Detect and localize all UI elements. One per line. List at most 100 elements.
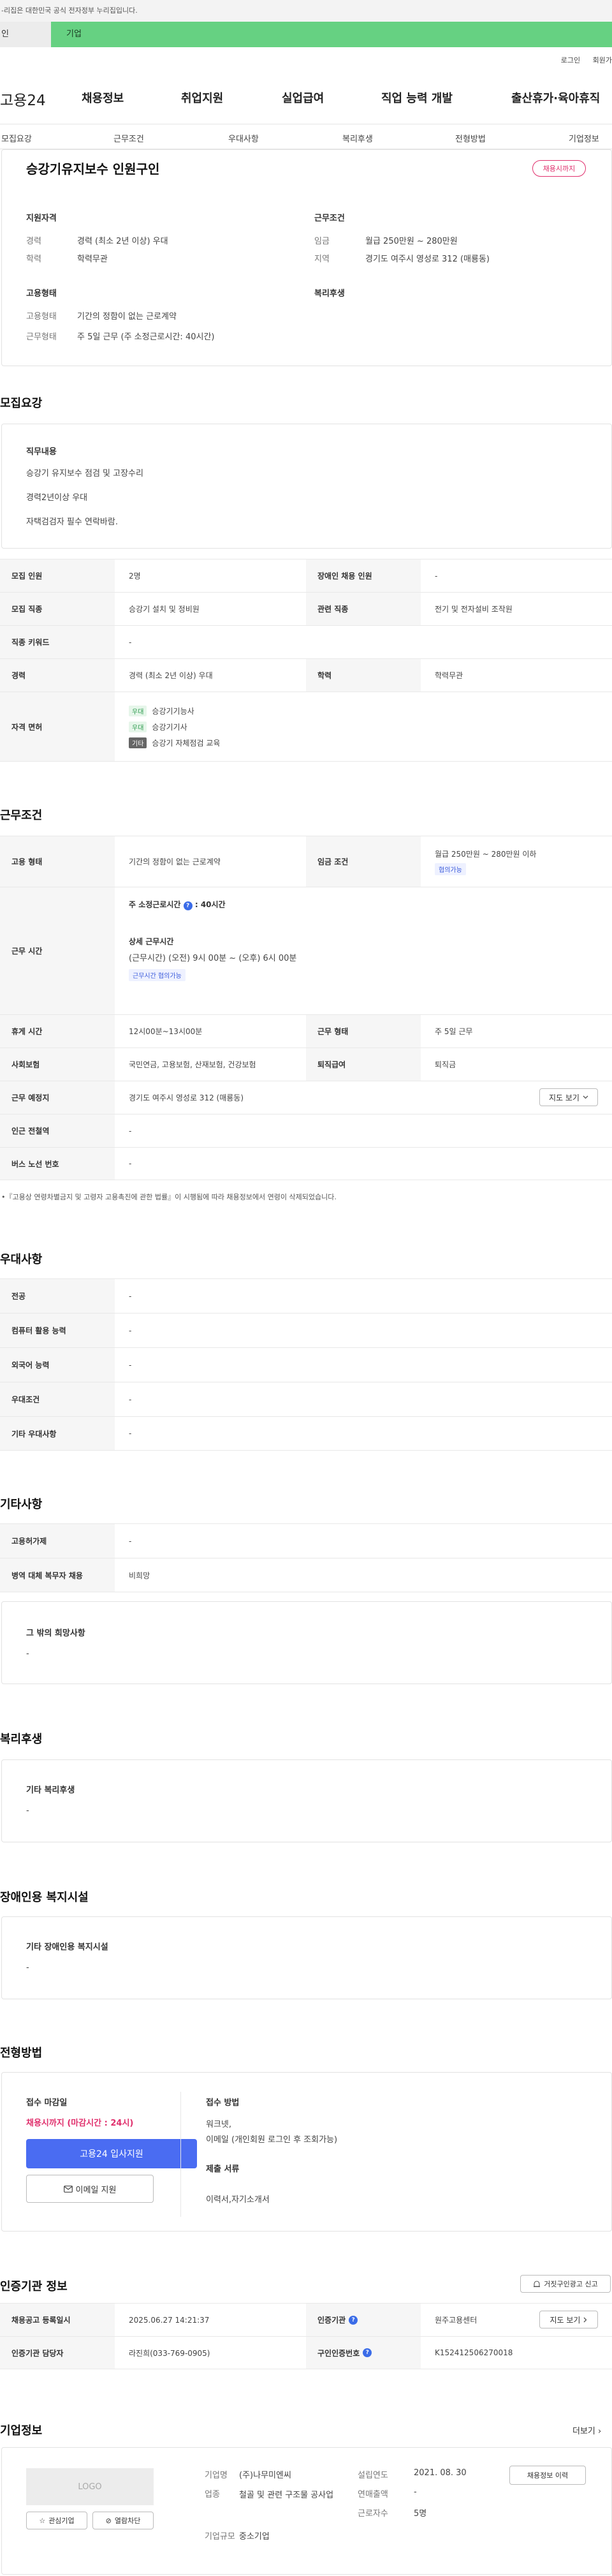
row-key: 퇴직급여 [306, 1048, 421, 1081]
section-title-other: 기타사항 [0, 1498, 43, 1511]
star-icon: ☆ [39, 2516, 46, 2525]
section-title-work: 근무조건 [0, 809, 43, 822]
row-value: - [435, 571, 438, 581]
help-icon[interactable]: ? [183, 901, 193, 910]
license-name: 승강기 자체점검 교육 [152, 738, 221, 748]
section-title-apply: 전형방법 [0, 2047, 43, 2060]
snb-item[interactable]: 기업정보 [569, 132, 599, 144]
gnb-item[interactable]: 출산휴가·육아휴직 [511, 89, 600, 106]
table-row: 고용 형태 기간의 정함이 없는 근로계약 임금 조건 월급 250만원 ~ 2… [0, 836, 612, 887]
disability-card: 기타 장애인용 복지시설 - [1, 1916, 612, 1999]
name-key: 기업명 [205, 2471, 228, 2480]
wish-title: 그 밖의 희망사항 [26, 1629, 85, 1638]
duty-line: 경력2년이상 우대 [26, 493, 88, 503]
email-apply-button[interactable]: 이메일 지원 [26, 2175, 154, 2203]
industry-key: 업종 [205, 2490, 220, 2499]
license-tag: 기타 [129, 737, 147, 748]
disability-value: - [26, 1963, 29, 1973]
help-icon[interactable]: ? [363, 2348, 372, 2357]
site-logo[interactable]: 고용24 [0, 88, 46, 110]
company-logo: LOGO [26, 2468, 154, 2505]
table-row: 모집 직종 승강기 설치 및 정비원 관련 직종 전기 및 전자설비 조작원 [0, 592, 612, 625]
row-value: - [129, 1159, 132, 1168]
table-row: 휴게 시간 12시00분~13시00분 근무 형태 주 5일 근무 [0, 1014, 612, 1047]
welfare-value: - [26, 1806, 29, 1816]
row-value: 12시00분~13시00분 [129, 1027, 203, 1036]
row-value: 승강기 설치 및 정비원 [129, 605, 200, 614]
area-key: 지역 [314, 255, 330, 264]
apply-button[interactable]: 고용24 입사지원 [26, 2139, 197, 2168]
snb-item[interactable]: 복리후생 [342, 132, 373, 144]
hours-cell: 주 소정근로시간 ? : 40시간 상세 근무시간 (근무시간) (오전) 9시… [115, 887, 612, 1014]
hours-tag: 근무시간 협의가능 [129, 969, 186, 981]
org-key-label: 인증기관 [317, 2316, 346, 2325]
row-key: 버스 노선 번호 [0, 1148, 115, 1180]
license-tag: 우대 [129, 721, 147, 732]
gnb-item[interactable]: 채용정보 [82, 89, 124, 106]
favorite-label: 관심기업 [48, 2517, 75, 2525]
license-name: 승강기기사 [152, 722, 187, 732]
id-key-label: 구인인증번호 [317, 2348, 360, 2358]
table-row: 병역 대체 복무자 채용 비희망 [0, 1558, 612, 1592]
worktype-key: 근무형태 [26, 332, 57, 342]
emp-title: 고용형태 [26, 289, 57, 299]
help-icon[interactable]: ? [349, 2315, 358, 2325]
table-row: 직종 키워드 - [0, 625, 612, 658]
block-company-button[interactable]: ⊘ 열람차단 [92, 2512, 154, 2529]
section-title-prefer: 우대사항 [0, 1253, 43, 1266]
report-button[interactable]: 거짓구인광고 신고 [520, 2275, 611, 2293]
map-button-label: 지도 보기 [549, 1093, 579, 1102]
table-row: 자격 면허 우대 승강기기능사 우대 승강기기사 기타 승강기 자체점검 교육 [0, 692, 612, 762]
snb-item[interactable]: 전형방법 [455, 132, 486, 144]
row-key: 채용공고 등록일시 [0, 2304, 115, 2336]
table-row: 사회보험 국민연금, 고용보험, 산재보험, 건강보험 퇴직급여 퇴직금 [0, 1047, 612, 1081]
gnb-item[interactable]: 실업급여 [282, 89, 324, 106]
row-value: 퇴직금 [435, 1060, 456, 1069]
emp-value: 5명 [414, 2509, 427, 2519]
docs-title: 제출 서류 [206, 2165, 240, 2174]
map-button[interactable]: 지도 보기 [539, 1088, 598, 1106]
license-item: 우대 승강기기능사 [129, 705, 194, 716]
tab-personal[interactable]: 인 [0, 22, 51, 47]
favorite-company-button[interactable]: ☆ 관심기업 [26, 2512, 87, 2529]
email-apply-label: 이메일 지원 [75, 2185, 117, 2195]
row-value: - [129, 637, 132, 647]
hours-main-label: 주 소정근로시간 [129, 900, 181, 909]
wage-tag: 협의가능 [435, 862, 466, 875]
section-title-agency: 인증기관 정보 [0, 2280, 68, 2293]
row-value: - [129, 1429, 132, 1438]
method-value-2: 이메일 (개인회원 로그인 후 조회가능) [206, 2135, 338, 2145]
table-row: 외국어 능력 - [0, 1347, 612, 1382]
agency-map-button[interactable]: 지도 보기 [539, 2311, 598, 2328]
wish-value: - [26, 1649, 29, 1659]
wage-key: 임금 [314, 237, 330, 246]
wage-value: 월급 250만원 ~ 280만원 [365, 237, 458, 246]
row-key: 인증기관? [306, 2304, 421, 2336]
name-value: (주)나무미엔씨 [239, 2471, 291, 2480]
login-link[interactable]: 로그인 [561, 56, 580, 64]
row-key: 구인인증번호? [306, 2337, 421, 2369]
summary-card: 승강기유지보수 인원구인 채용시까지 지원자격 경력 경력 (최소 2년 이상)… [1, 149, 612, 366]
hours-detail-title: 상세 근무시간 [129, 937, 174, 946]
gnb-item[interactable]: 직업 능력 개발 [381, 89, 453, 106]
row-key: 모집 인원 [0, 559, 115, 592]
duty-title: 직무내용 [26, 447, 57, 457]
deadline-value: 채용시까지 (마감시간 : 24시) [26, 2119, 134, 2128]
row-key: 우대조건 [0, 1382, 115, 1416]
row-key: 인근 전철역 [0, 1114, 115, 1147]
job-history-button[interactable]: 채용정보 이력 [509, 2466, 586, 2485]
row-value: 라진희(033-769-0905) [129, 2348, 210, 2358]
gnb-item[interactable]: 취업지원 [181, 89, 223, 106]
emp-key: 근로자수 [358, 2509, 388, 2519]
more-link[interactable]: 더보기 › [572, 2424, 601, 2436]
section-title-recruit: 모집요강 [0, 397, 43, 410]
row-value: - [129, 1395, 132, 1404]
table-row: 채용공고 등록일시 2025.06.27 14:21:37 인증기관? 원주고용… [0, 2303, 612, 2336]
tab-business[interactable]: 기업 [51, 22, 612, 47]
license-item: 기타 승강기 자체점검 교육 [129, 737, 220, 748]
row-key: 근무 형태 [306, 1015, 421, 1047]
snb-item[interactable]: 우대사항 [228, 132, 259, 144]
snb-item[interactable]: 모집요강 [1, 132, 32, 144]
snb-item[interactable]: 근무조건 [113, 132, 144, 144]
join-link[interactable]: 회원가 [593, 56, 612, 64]
